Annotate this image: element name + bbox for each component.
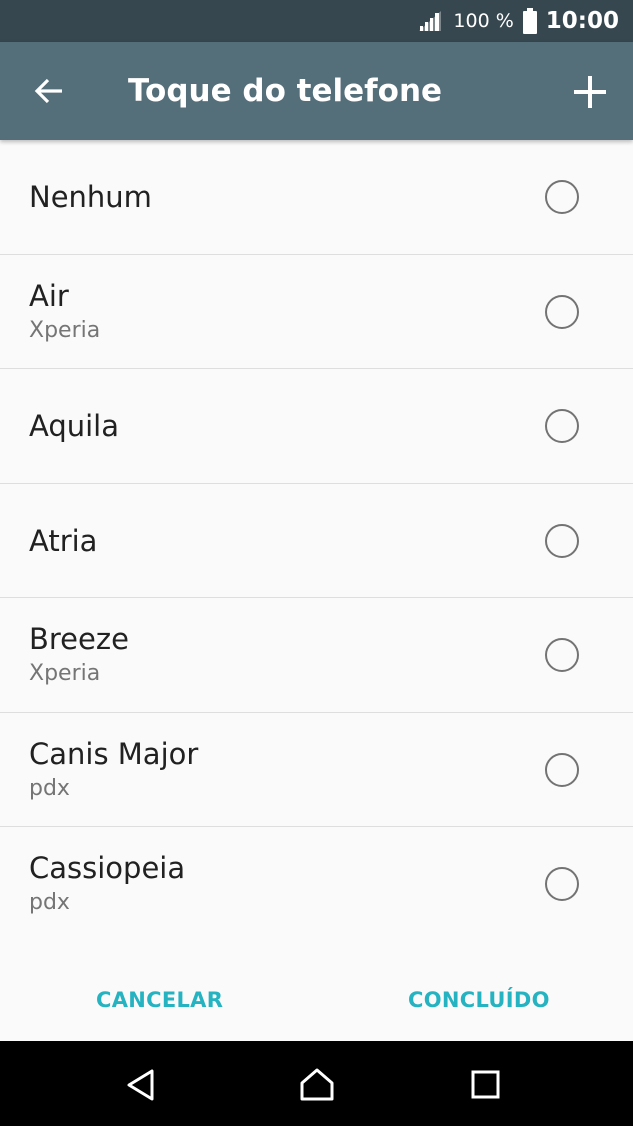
radio-button[interactable] <box>545 409 579 443</box>
radio-button[interactable] <box>545 294 579 329</box>
battery-icon <box>522 8 537 34</box>
clock: 10:00 <box>545 8 619 34</box>
ringtone-name: Nenhum <box>29 180 152 214</box>
ringtone-name: Breeze <box>29 622 129 656</box>
dialog-actions: CANCELAR CONCLUÍDO <box>0 941 633 1041</box>
ringtone-name: Atria <box>29 523 98 558</box>
ringtone-source: pdx <box>29 775 70 801</box>
ringtone-row[interactable]: Aquila <box>0 369 633 484</box>
add-ringtone-button[interactable] <box>566 68 614 116</box>
battery-percent: 100 % <box>453 10 514 32</box>
back-button[interactable] <box>26 68 72 114</box>
ringtone-name: Canis Major <box>29 736 199 771</box>
navigation-bar <box>0 1041 633 1126</box>
ringtone-name: Aquila <box>29 409 120 443</box>
signal-icon <box>419 11 442 31</box>
ringtone-name: Cassiopeia <box>29 851 186 885</box>
ringtone-row[interactable]: Nenhum <box>0 140 633 255</box>
cancel-button[interactable]: CANCELAR <box>96 941 223 1041</box>
ringtone-source: Xperia <box>29 661 101 686</box>
ringtone-name: Air <box>29 278 69 313</box>
ringtone-row[interactable]: Air Xperia <box>0 255 633 369</box>
home-icon[interactable] <box>297 1065 337 1105</box>
status-bar: 100 % 10:00 <box>0 0 633 42</box>
ringtone-row[interactable]: Canis Major pdx <box>0 713 633 827</box>
radio-button[interactable] <box>545 867 579 901</box>
toolbar: Toque do telefone <box>0 42 633 140</box>
plus-icon <box>574 76 606 108</box>
arrow-left-icon <box>34 78 62 104</box>
back-triangle-icon[interactable] <box>121 1065 161 1105</box>
ringtone-row[interactable]: Breeze Xperia <box>0 598 633 713</box>
ringtone-row[interactable]: Atria <box>0 484 633 598</box>
ringtone-list: Nenhum Air Xperia Aquila Atria Breeze Xp… <box>0 140 633 942</box>
ringtone-row[interactable]: Cassiopeia pdx <box>0 827 633 942</box>
radio-button[interactable] <box>545 523 579 558</box>
radio-button[interactable] <box>545 752 579 787</box>
radio-button[interactable] <box>545 180 579 214</box>
ringtone-source: Xperia <box>29 317 101 343</box>
page-title: Toque do telefone <box>128 73 443 109</box>
recent-apps-icon[interactable] <box>466 1065 506 1105</box>
radio-button[interactable] <box>545 638 579 672</box>
ringtone-source: pdx <box>29 890 70 915</box>
done-button[interactable]: CONCLUÍDO <box>408 941 550 1041</box>
